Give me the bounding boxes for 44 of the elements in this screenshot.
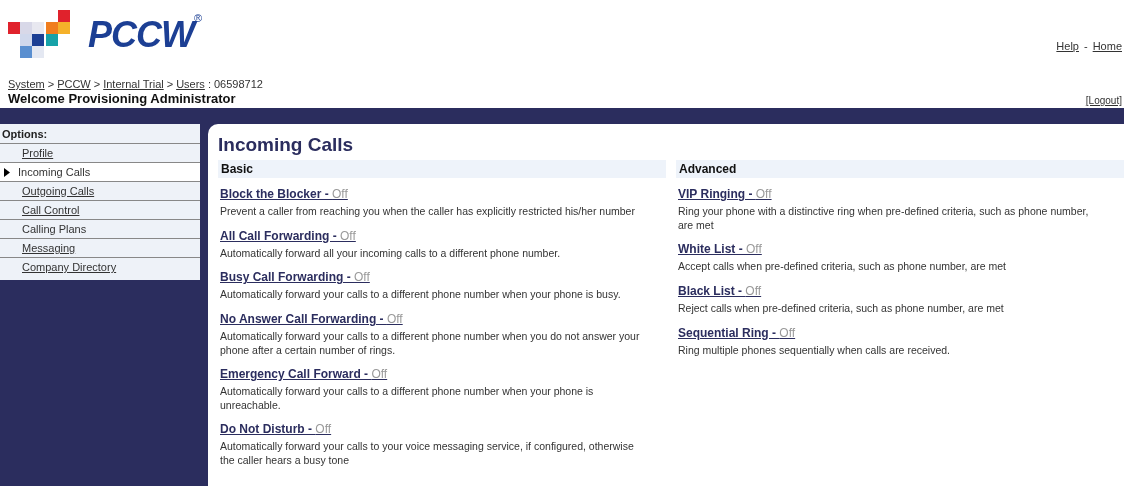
breadcrumb-link[interactable]: Internal Trial [103, 78, 164, 90]
page-title: Incoming Calls [218, 134, 355, 156]
options-heading: Options: [0, 124, 200, 144]
feature-link[interactable]: White List - Off [678, 242, 762, 257]
sidebar-item[interactable]: Outgoing Calls [0, 182, 200, 201]
feature-description: Automatically forward your calls to a different phone number when your phone is unreachable. [220, 385, 595, 413]
pointer-icon [4, 167, 10, 177]
sidebar-item[interactable]: Messaging [0, 239, 200, 258]
feature-link[interactable]: Do Not Disturb - Off [220, 422, 332, 437]
section-heading: Basic [218, 160, 666, 178]
logout-link[interactable]: [Logout] [1085, 95, 1122, 106]
sidebar-item[interactable]: Company Directory [0, 258, 200, 276]
feature-description: Reject calls when pre-defined criteria, such as phone number, are met [678, 301, 1005, 316]
breadcrumb-link[interactable]: System [8, 78, 45, 90]
section-heading: Advanced [676, 160, 1124, 178]
feature-description: Automatically forward all your incoming calls to a different phone number. [220, 246, 562, 261]
feature-link[interactable]: Black List - Off [678, 283, 762, 298]
feature-description: Automatically forward your calls to a different phone number when your phone is busy. [220, 288, 622, 302]
breadcrumb-link[interactable]: Users [176, 78, 205, 90]
breadcrumb-separator: : 06598712 [207, 78, 263, 90]
header-link[interactable]: Help [1056, 40, 1079, 52]
feature-description: Ring multiple phones sequentially when calls are received. [678, 343, 951, 358]
sidebar-item[interactable]: Incoming Calls [0, 163, 200, 182]
feature-link[interactable]: Busy Call Forwarding - Off [220, 270, 370, 285]
breadcrumb-separator: > [47, 78, 55, 90]
feature-link[interactable]: No Answer Call Forwarding - Off [220, 311, 403, 326]
breadcrumb-separator: > [166, 78, 174, 90]
breadcrumb-separator: > [93, 78, 101, 90]
link-separator: - [1084, 40, 1088, 52]
sidebar-item[interactable]: Calling Plans [0, 220, 200, 239]
welcome-text: Welcome Provisioning Administrator [8, 91, 237, 106]
sidebar-item[interactable]: Call Control [0, 201, 200, 220]
feature-link[interactable]: Block the Blocker - Off [220, 187, 348, 201]
feature-description: Automatically forward your calls to a different phone number when you do not answer your phone after a certain number of rings. [220, 329, 641, 358]
breadcrumb-link[interactable]: PCCW [57, 78, 91, 90]
feature-link[interactable]: VIP Ringing - Off [678, 187, 772, 201]
feature-link[interactable]: All Call Forwarding - Off [220, 228, 356, 243]
feature-description: Ring your phone with a distinctive ring when pre-defined criteria, such as phone number, are met [678, 205, 1090, 233]
feature-description: Prevent a caller from reaching you when the caller has explicitly restricted his/her number [220, 205, 636, 219]
feature-link[interactable]: Emergency Call Forward - Off [220, 367, 388, 382]
feature-link[interactable]: Sequential Ring - Off [678, 325, 796, 340]
feature-description: Automatically forward your calls to your voice messaging service, if configured, otherwise the caller hears a busy tone [220, 440, 635, 468]
feature-description: Accept calls when pre-defined criteria, such as phone number, are met [678, 260, 1007, 274]
header-link[interactable]: Home [1092, 40, 1122, 52]
